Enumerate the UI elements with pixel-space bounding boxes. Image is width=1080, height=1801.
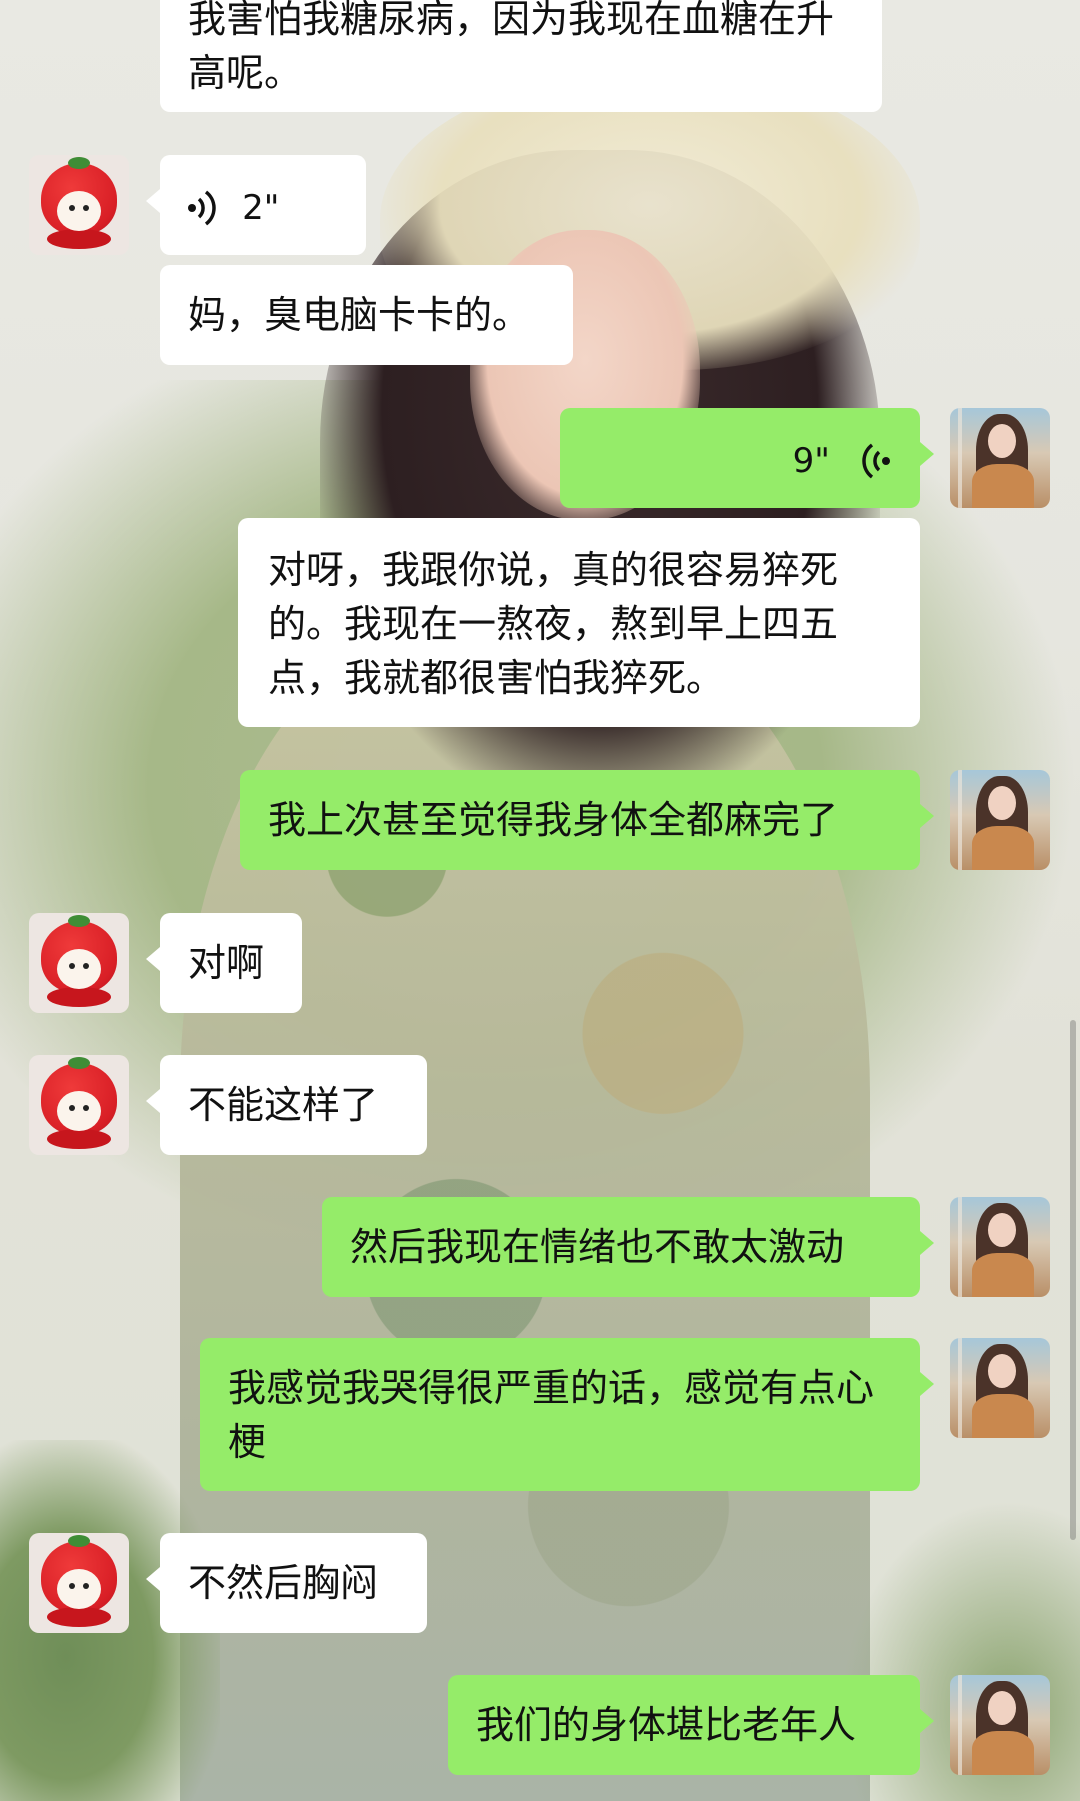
message-text: 不然后胸闷 <box>188 1561 379 1605</box>
message-text: 然后我现在情绪也不敢太激动 <box>350 1225 845 1269</box>
strawberry-avatar[interactable] <box>29 155 129 255</box>
message-text: 妈，臭电脑卡卡的。 <box>188 293 531 337</box>
message-bubble-received[interactable]: 不然后胸闷 <box>146 1533 427 1633</box>
message-text: 对呀，我跟你说，真的很容易猝死的。我现在一熬夜，熬到早上四五点，我就都很害怕我猝… <box>268 548 839 700</box>
strawberry-avatar[interactable] <box>29 1055 129 1155</box>
message-bubble-sent[interactable]: 我上次甚至觉得我身体全都麻完了 <box>240 770 934 870</box>
message-text: 我们的身体堪比老年人 <box>476 1703 857 1747</box>
girl-avatar[interactable] <box>950 770 1050 870</box>
message-text: 我上次甚至觉得我身体全都麻完了 <box>268 798 839 842</box>
girl-avatar[interactable] <box>950 1197 1050 1297</box>
message-bubble-received[interactable]: 我害怕我糖尿病，因为我现在血糖在升高呢。 <box>160 0 882 112</box>
message-text: 我害怕我糖尿病，因为我现在血糖在升高呢。 <box>188 0 835 95</box>
message-bubble[interactable]: 对呀，我跟你说，真的很容易猝死的。我现在一熬夜，熬到早上四五点，我就都很害怕我猝… <box>238 518 920 727</box>
message-bubble-received[interactable]: 对啊 <box>146 913 302 1013</box>
girl-avatar[interactable] <box>950 1675 1050 1775</box>
girl-avatar[interactable] <box>950 408 1050 508</box>
voice-wave-icon <box>862 443 890 478</box>
message-text: 不能这样了 <box>188 1083 379 1127</box>
girl-avatar[interactable] <box>950 1338 1050 1438</box>
message-bubble-sent[interactable]: 然后我现在情绪也不敢太激动 <box>322 1197 934 1297</box>
message-text: 对啊 <box>188 941 265 985</box>
strawberry-avatar[interactable] <box>29 913 129 1013</box>
message-bubble-received[interactable]: 妈，臭电脑卡卡的。 <box>160 265 573 365</box>
voice-message-bubble[interactable]: 9" <box>560 408 934 508</box>
message-bubble-sent[interactable]: 我们的身体堪比老年人 <box>448 1675 934 1775</box>
voice-message-bubble[interactable]: 2" <box>146 155 366 255</box>
voice-duration: 9" <box>792 440 830 481</box>
message-bubble-sent[interactable]: 我感觉我哭得很严重的话，感觉有点心梗 <box>200 1338 934 1491</box>
message-text: 我感觉我哭得很严重的话，感觉有点心梗 <box>228 1366 875 1464</box>
scrollbar[interactable] <box>1070 1020 1076 1540</box>
voice-duration: 2" <box>242 187 280 228</box>
message-bubble-received[interactable]: 不能这样了 <box>146 1055 427 1155</box>
voice-wave-icon <box>188 190 216 225</box>
strawberry-avatar[interactable] <box>29 1533 129 1633</box>
